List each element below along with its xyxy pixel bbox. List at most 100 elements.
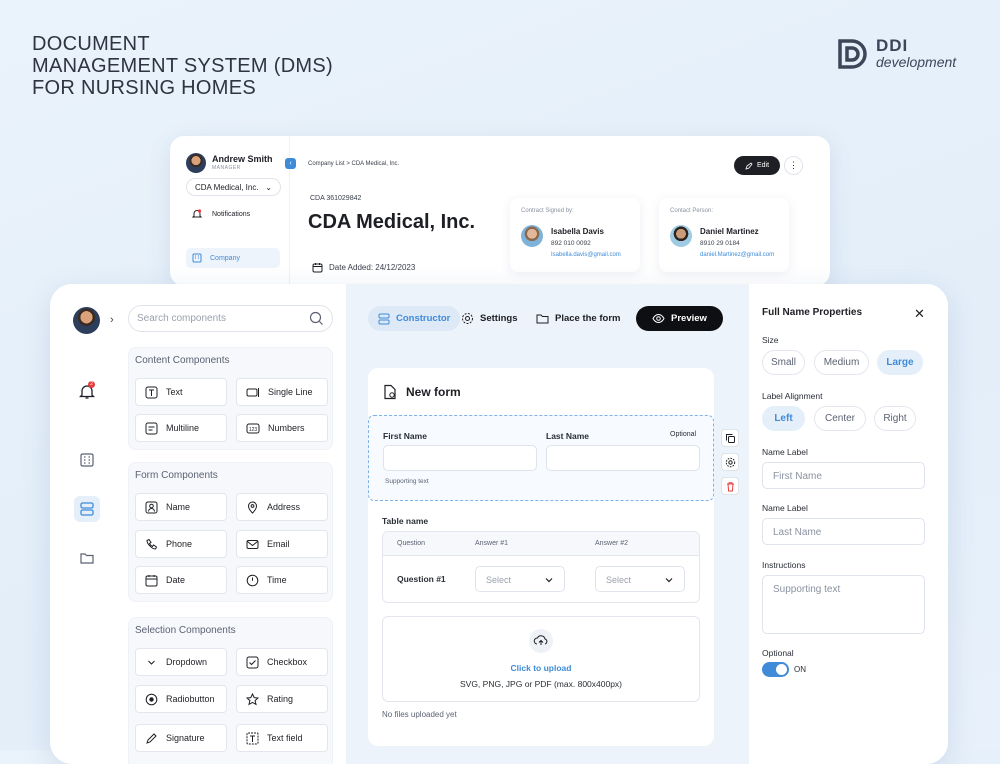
component-phone[interactable]: Phone (135, 530, 227, 558)
first-name-input[interactable] (383, 445, 537, 471)
upload-link[interactable]: Click to upload (383, 663, 699, 673)
file-upload-area[interactable]: Click to upload SVG, PNG, JPG or PDF (ma… (382, 616, 700, 702)
search-input[interactable]: Search components (128, 305, 333, 332)
edit-button[interactable]: Edit (734, 156, 780, 175)
contact-name: Daniel Martinez (700, 227, 759, 236)
more-options-icon[interactable]: ⋮ (784, 156, 803, 175)
documents-nav[interactable] (74, 545, 100, 571)
hero-title: DOCUMENT MANAGEMENT SYSTEM (DMS) FOR NUR… (32, 33, 333, 99)
preview-button[interactable]: Preview (636, 306, 723, 331)
calendar-icon (312, 263, 323, 273)
size-medium[interactable]: Medium (814, 350, 869, 375)
calendar-icon (145, 574, 158, 586)
edit-label: Edit (756, 162, 770, 169)
component-text[interactable]: Text (135, 378, 227, 406)
full-name-field[interactable]: First Name Last Name Optional Supporting… (368, 415, 714, 501)
search-placeholder: Search components (137, 313, 226, 324)
component-time[interactable]: Time (236, 566, 328, 594)
answer-1-select[interactable]: Select (475, 566, 565, 592)
tab-place-form[interactable]: Place the form (526, 306, 630, 331)
nav-rail: › 2 (50, 284, 122, 764)
component-label: Radiobutton (166, 694, 215, 704)
component-text-field[interactable]: Text field (236, 724, 328, 752)
size-label: Size (762, 335, 779, 345)
folder-icon (80, 553, 94, 564)
tab-label: Settings (480, 313, 518, 324)
sidebar-item-notifications[interactable]: Notifications (192, 209, 250, 219)
component-address[interactable]: Address (236, 493, 328, 521)
size-large[interactable]: Large (877, 350, 923, 375)
align-right[interactable]: Right (874, 406, 916, 431)
breadcrumb[interactable]: Company List > CDA Medical, Inc. (308, 161, 399, 167)
building-icon (80, 453, 94, 467)
contact-name: Isabella Davis (551, 227, 604, 236)
component-label: Text field (267, 733, 303, 743)
component-label: Single Line (268, 387, 313, 397)
optional-label: Optional (670, 431, 697, 438)
sidebar-item-company[interactable]: Company (186, 248, 280, 268)
component-dropdown[interactable]: Dropdown (135, 648, 227, 676)
collapse-sidebar-button[interactable]: ‹ (285, 158, 296, 169)
component-email[interactable]: Email (236, 530, 328, 558)
phone-icon (146, 538, 158, 550)
component-rating[interactable]: Rating (236, 685, 328, 713)
component-label: Text (166, 387, 183, 397)
first-name-label-field[interactable]: First Name (762, 462, 925, 489)
component-single-line[interactable]: Single Line (236, 378, 328, 406)
instructions-field[interactable]: Supporting text (762, 575, 925, 634)
component-radiobutton[interactable]: Radiobutton (135, 685, 227, 713)
table-header-cell: Answer #2 (595, 540, 629, 547)
close-icon[interactable]: ✕ (914, 306, 925, 322)
numbers-icon: 123 (246, 423, 260, 433)
component-multiline[interactable]: Multiline (135, 414, 227, 442)
answer-2-select[interactable]: Select (595, 566, 685, 592)
avatar[interactable] (73, 307, 100, 334)
form-stack-icon (80, 502, 94, 516)
field-settings-button[interactable] (721, 453, 739, 471)
notifications-nav[interactable]: 2 (74, 379, 100, 405)
date-added: Date Added: 24/12/2023 (312, 262, 415, 273)
contact-email[interactable]: Isabella.davis@gmail.com (551, 252, 621, 258)
component-numbers[interactable]: 123 Numbers (236, 414, 328, 442)
single-line-icon (246, 387, 259, 397)
optional-toggle[interactable] (762, 662, 789, 677)
contact-card-person: Contact Person: Daniel Martinez 8910 29 … (659, 198, 789, 272)
duplicate-button[interactable] (721, 429, 739, 447)
contact-email[interactable]: daniel.Martinez@gmail.com (700, 252, 774, 258)
align-center[interactable]: Center (814, 406, 866, 431)
component-label: Name (166, 502, 191, 512)
supporting-text: Supporting text (385, 478, 429, 485)
toggle-state: ON (794, 665, 806, 674)
company-nav[interactable] (74, 447, 100, 473)
svg-text:123: 123 (249, 427, 258, 433)
component-name[interactable]: Name (135, 493, 227, 521)
contact-heading: Contact Person: (670, 208, 714, 214)
last-name-label-field[interactable]: Last Name (762, 518, 925, 545)
component-date[interactable]: Date (135, 566, 227, 594)
last-name-label: Last Name (546, 431, 589, 441)
chevron-right-icon[interactable]: › (110, 314, 114, 326)
last-name-input[interactable] (546, 445, 700, 471)
edit-icon (745, 161, 753, 170)
delete-button[interactable] (721, 477, 739, 495)
content-components-group: Content Components Text Single Line Mult… (128, 347, 333, 450)
forms-nav[interactable] (74, 496, 100, 522)
tab-constructor[interactable]: Constructor (368, 306, 461, 331)
contact-phone: 8910 29 0184 (700, 240, 740, 247)
properties-panel: Full Name Properties ✕ Size Small Medium… (749, 284, 948, 764)
component-label: Phone (166, 539, 193, 549)
tab-settings[interactable]: Settings (451, 306, 527, 331)
table-header-cell: Question (397, 540, 426, 547)
gear-icon (462, 313, 473, 324)
avatar[interactable] (186, 153, 206, 173)
component-checkbox[interactable]: Checkbox (236, 648, 328, 676)
company-code: CDA 361029842 (310, 195, 362, 202)
component-signature[interactable]: Signature (135, 724, 227, 752)
size-small[interactable]: Small (762, 350, 805, 375)
name-label-2: Name Label (762, 503, 808, 513)
company-select-value: CDA Medical, Inc. (195, 183, 259, 192)
company-select[interactable]: CDA Medical, Inc. ⌄ (186, 178, 281, 196)
upload-hint: SVG, PNG, JPG or PDF (max. 800x400px) (459, 679, 623, 689)
align-left[interactable]: Left (762, 406, 805, 431)
gear-icon (725, 457, 735, 467)
